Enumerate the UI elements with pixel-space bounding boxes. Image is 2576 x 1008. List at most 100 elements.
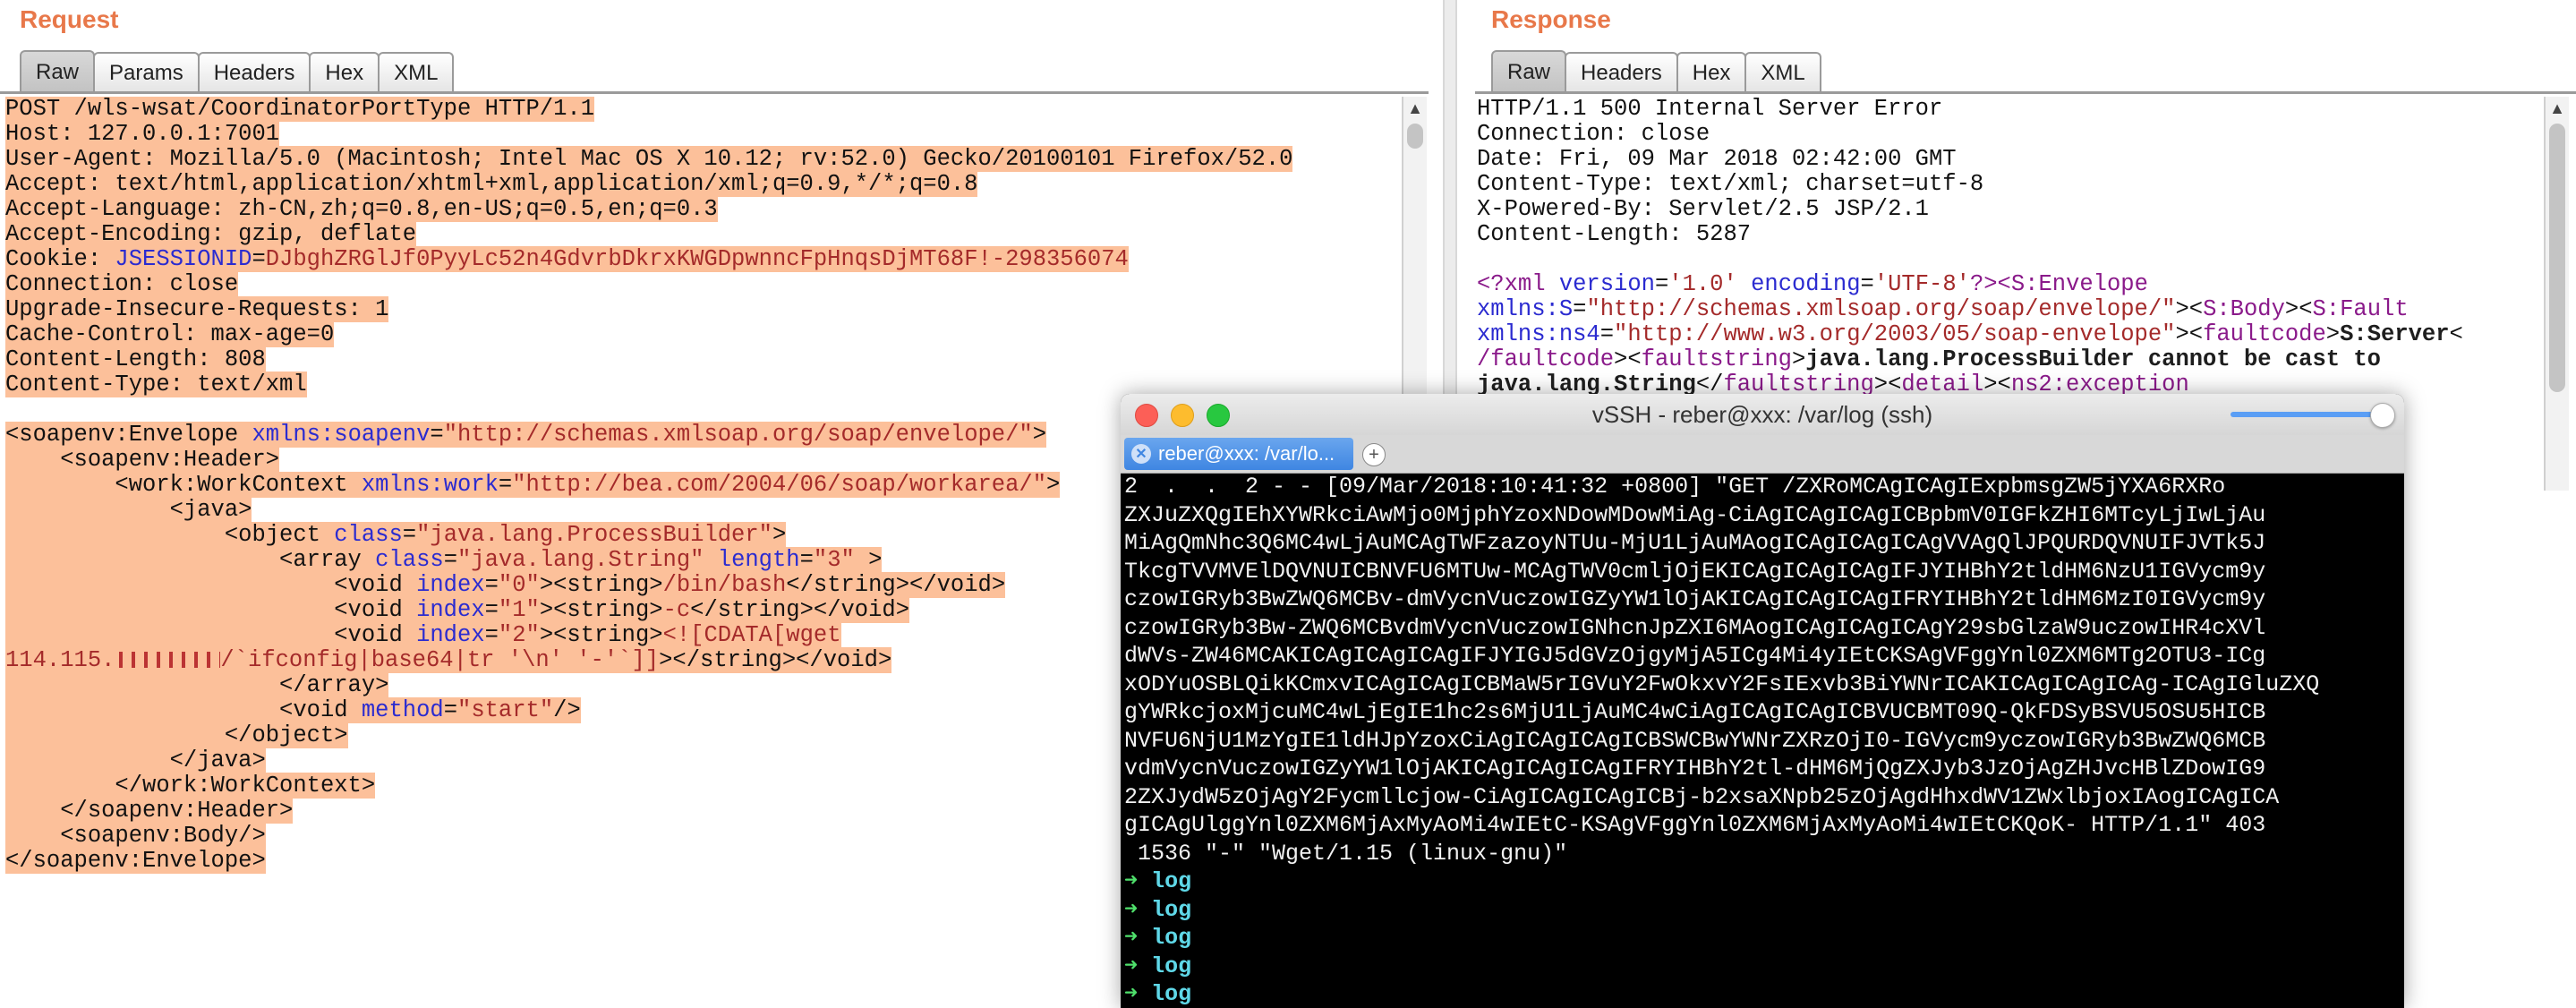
code-token: "3" (813, 547, 855, 573)
code-line: POST /wls-wsat/CoordinatorPortType HTTP/… (5, 97, 595, 122)
code-token: faultstring (1641, 346, 1792, 372)
close-tab-icon[interactable]: ✕ (1131, 444, 1151, 464)
code-token: method (361, 697, 444, 723)
prompt-arrow-icon: ➜ (1124, 896, 1139, 923)
code-line: <work:WorkContext xmlns:work="http://bea… (5, 472, 1061, 498)
tab-headers[interactable]: Headers (197, 52, 311, 93)
terminal-titlebar[interactable]: vSSH - reber@xxx: /var/log (ssh) (1121, 394, 2404, 436)
code-token: ><string> (539, 597, 663, 623)
terminal-log-line: 2ZXJydW5zOjAgY2Fycmllcjow-CiAgICAgICAgIC… (1124, 783, 2280, 810)
code-line: Accept: text/html,application/xhtml+xml,… (5, 171, 978, 197)
code-line: <void index="1"><string>-c</string></voi… (5, 597, 910, 623)
code-token: = (799, 547, 814, 573)
code-token: encoding (1751, 271, 1861, 297)
code-line: </soapenv:Envelope> (5, 848, 266, 874)
tab-raw[interactable]: Raw (1491, 50, 1567, 93)
code-line: <array class="java.lang.String" length="… (5, 547, 883, 573)
new-tab-plus-icon[interactable]: + (1362, 443, 1386, 466)
code-token: -c (662, 597, 691, 623)
terminal-session-tab[interactable]: ✕ reber@xxx: /var/lo... (1124, 438, 1353, 470)
code-line: <java> (5, 497, 252, 523)
code-token: > (1791, 346, 1806, 372)
code-token: Cookie: (5, 246, 115, 272)
code-token: Accept: text/html,application/xhtml+xml,… (5, 171, 978, 197)
code-token: X-Powered-By: Servlet/2.5 JSP/2.1 (1477, 196, 1929, 222)
request-scroll-thumb[interactable] (1407, 124, 1423, 149)
code-token: "1" (498, 597, 540, 623)
code-token: ><string> (539, 572, 663, 598)
code-token: > (1046, 472, 1061, 498)
code-token: <object (5, 522, 335, 548)
code-token: ?><S:Envelope (1969, 271, 2148, 297)
code-token: /bin/bash (662, 572, 787, 598)
code-token: <void (5, 697, 362, 723)
code-token: </string></void> (690, 597, 910, 623)
code-token: = (430, 422, 444, 448)
prompt-directory: log (1151, 896, 1192, 923)
code-token: Cache-Control: max-age=0 (5, 321, 335, 347)
code-token: version (1558, 271, 1655, 297)
code-token: 'UTF-8' (1873, 271, 1970, 297)
code-token: JSESSIONID (115, 246, 252, 272)
code-token: class (375, 547, 444, 573)
response-tab-underline (1475, 91, 2576, 94)
tab-params[interactable]: Params (93, 52, 200, 93)
tab-raw[interactable]: Raw (20, 50, 96, 93)
code-line: <?xml version='1.0' encoding='UTF-8'?><S… (1477, 271, 2148, 297)
code-line: <soapenv:Header> (5, 447, 280, 473)
code-token: index (416, 597, 485, 623)
code-token: = (1654, 271, 1669, 297)
code-line: xmlns:S="http://schemas.xmlsoap.org/soap… (1477, 296, 2409, 322)
code-token: <void (5, 572, 417, 598)
tab-hex[interactable]: Hex (309, 52, 380, 93)
request-tab-underline (0, 91, 1429, 94)
code-token: = (498, 472, 513, 498)
code-token: < (2449, 321, 2463, 347)
prompt-arrow-icon: ➜ (1124, 981, 1139, 1007)
code-token: S:Fault (2312, 296, 2409, 322)
code-token: = (484, 572, 499, 598)
tab-xml[interactable]: XML (1744, 52, 1821, 93)
response-scroll-thumb[interactable] (2549, 124, 2565, 392)
prompt-arrow-icon: ➜ (1124, 925, 1139, 951)
code-line: <soapenv:Body/> (5, 823, 266, 849)
terminal-prompt-line: ➜ log (1124, 925, 1191, 951)
terminal-output[interactable]: 2 . . 2 - - [09/Mar/2018:10:41:32 +0800]… (1124, 473, 2401, 1008)
code-token: Accept-Encoding: gzip, deflate (5, 221, 417, 247)
code-token: = (402, 522, 417, 548)
code-token: <soapenv:Header> (5, 447, 280, 473)
code-token: </java> (5, 747, 266, 773)
prompt-directory: log (1151, 981, 1192, 1007)
terminal-prompt-line: ➜ log (1124, 868, 1191, 894)
code-token: length (717, 547, 800, 573)
code-token: <void (5, 597, 417, 623)
code-line: Content-Length: 5287 (1477, 221, 1751, 247)
code-line: Connection: close (5, 271, 239, 297)
code-token: = (1860, 271, 1874, 297)
redacted-ip-segment (115, 652, 221, 669)
code-token: > (1032, 422, 1047, 448)
tab-hex[interactable]: Hex (1676, 52, 1747, 93)
scroll-up-icon[interactable]: ▲ (2546, 97, 2569, 120)
terminal-tabbar: ✕ reber@xxx: /var/lo... + (1121, 435, 2404, 474)
code-token: Accept-Language: zh-CN,zh;q=0.8,en-US;q=… (5, 196, 718, 222)
code-token: = (443, 547, 457, 573)
tab-xml[interactable]: XML (378, 52, 455, 93)
code-token: Content-Type: text/xml (5, 372, 307, 397)
code-token: "http://schemas.xmlsoap.org/soap/envelop… (1586, 296, 2176, 322)
opacity-slider-knob[interactable] (2370, 403, 2395, 428)
request-tabbar: Raw Params Headers Hex XML (20, 48, 455, 93)
response-scrollbar[interactable]: ▲ (2544, 97, 2569, 491)
tab-headers[interactable]: Headers (1565, 52, 1678, 93)
code-token: Connection: close (5, 271, 239, 297)
code-token: <?xml (1477, 271, 1559, 297)
opacity-slider[interactable] (2231, 412, 2388, 417)
code-token: Upgrade-Insecure-Requests: 1 (5, 296, 389, 322)
code-token: POST /wls-wsat/CoordinatorPortType HTTP/… (5, 97, 595, 122)
code-line: <soapenv:Envelope xmlns:soapenv="http://… (5, 422, 1047, 448)
code-line: Connection: close (1477, 121, 1710, 147)
scroll-up-icon[interactable]: ▲ (1403, 97, 1427, 120)
code-line: xmlns:ns4="http://www.w3.org/2003/05/soa… (1477, 321, 2463, 347)
terminal-log-line: ZXJuZXQgIEhXYWRkciAwMjo0MjphYzoxNDowMDow… (1124, 501, 2266, 528)
